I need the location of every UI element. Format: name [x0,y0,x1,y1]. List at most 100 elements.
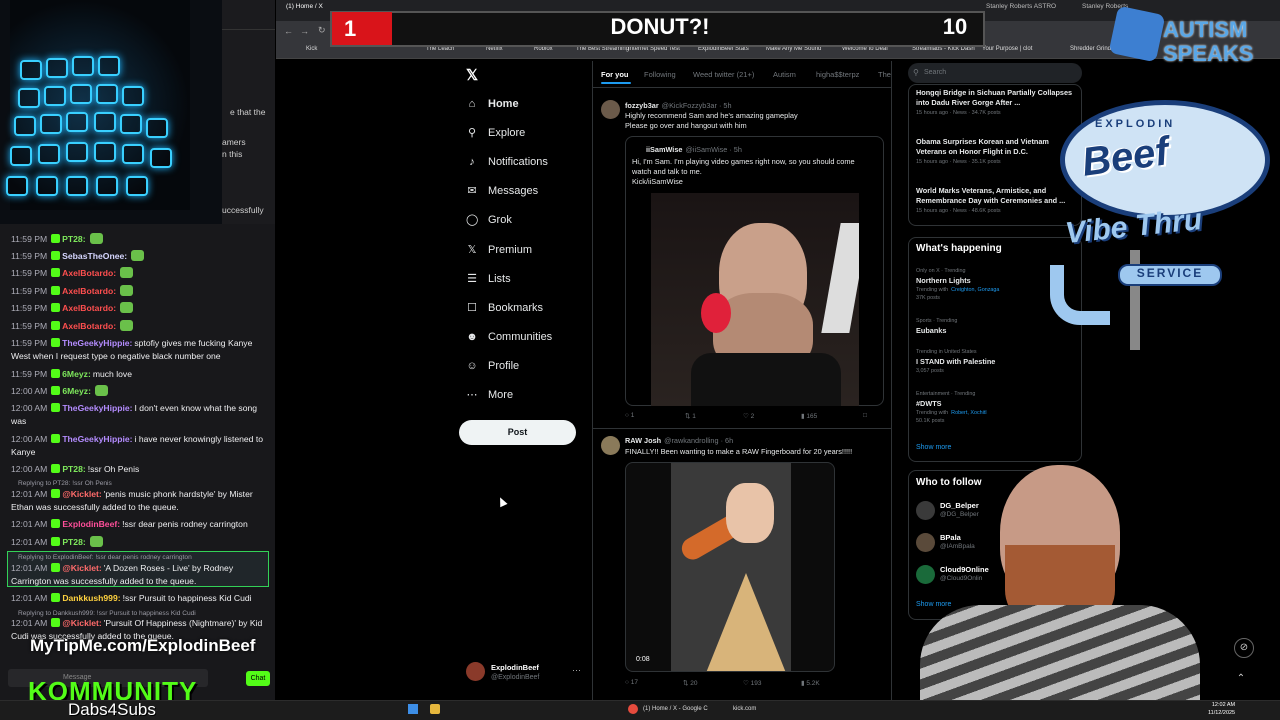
nav-notifications[interactable]: ♪ Notifications [466,151,548,173]
trend-posts: 50.1K posts [916,418,945,424]
chrome-icon[interactable] [628,704,638,714]
trend-with-links[interactable]: Creighton, Gonzaga [951,287,999,293]
chat-username[interactable]: PT28: [62,234,85,244]
nav-grok[interactable]: ◯ Grok [466,209,512,231]
more-dots-icon[interactable]: ⋯ [572,665,581,676]
chat-username[interactable]: Dankkush999: [62,593,120,603]
chat-username[interactable]: AxelBotardo: [62,286,116,296]
chat-username[interactable]: TheGeekyHippie: [62,434,132,444]
post-author[interactable]: RAW Josh @rawkandrolling · 6h [625,436,733,445]
post-author[interactable]: fozzyb3ar @KickFozzyb3ar · 5h [625,101,732,110]
bookmark-item[interactable]: Your Purpose | clot [982,46,1032,52]
feed-tabs: For you Following Weed twitter (21+) Aut… [592,61,892,88]
avatar[interactable] [601,100,620,119]
reload-icon[interactable]: ↻ [318,25,326,36]
reply-icon[interactable]: ○ 1 [625,412,634,419]
grok-icon[interactable]: ⊘ [1234,638,1254,658]
repost-icon[interactable]: ⇅ 1 [685,412,696,420]
chat-username[interactable]: ExplodinBeef: [62,519,120,529]
author-handle: @rawkandrolling · 6h [664,436,734,445]
chat-username[interactable]: 6Meyz: [62,386,91,396]
views-icon[interactable]: ▮ 5.2K [801,679,820,687]
chat-username[interactable]: TheGeekyHippie: [62,403,132,413]
nav-home[interactable]: ⌂ Home [466,93,519,115]
chat-timestamp: 11:59 PM [11,268,48,278]
windows-start-icon[interactable] [408,704,418,714]
reply-icon[interactable]: ○ 17 [625,679,638,686]
chat-message: 12:01 AM @Kicklet:'penis music phonk hard… [11,488,269,513]
file-explorer-icon[interactable] [430,704,440,714]
chat-username[interactable]: 6Meyz: [62,369,91,379]
bookmark-item[interactable]: Kick [306,46,317,52]
tab-for-you[interactable]: For you [601,70,629,79]
post-image[interactable] [651,193,859,406]
tab-astro[interactable]: Stanley Roberts ASTRO [986,3,1056,18]
emote-icon [131,250,145,261]
repost-icon[interactable]: ⇅ 20 [683,679,698,687]
search-input[interactable]: Search [908,63,1082,83]
trend-with-label: Trending with [916,410,949,416]
nav-premium[interactable]: 𝕏 Premium [466,239,532,261]
chat-username[interactable]: AxelBotardo: [62,303,116,313]
badge-icon [51,234,61,243]
taskbar-kick[interactable]: kick.com [733,706,756,712]
tab-autism[interactable]: Autism [773,70,796,79]
badge-icon [51,563,61,572]
chat-text: i have never knowingly listened to Kanye [11,434,264,457]
tab-following[interactable]: Following [644,70,676,79]
expand-up-icon[interactable]: ⌃ [1234,673,1248,687]
keyboard-webcam [0,0,222,224]
trend-item[interactable]: Entertainment · Trending #DWTS Trending wi… [916,391,1076,424]
chat-username[interactable]: PT28: [62,537,85,547]
chat-username[interactable]: @Kicklet: [62,618,101,628]
tab-the[interactable]: The [878,70,891,79]
chat-username[interactable]: PT28: [62,464,85,474]
chat-message: 12:00 AM TheGeekyHippie: I don't even know… [11,402,269,427]
chat-username[interactable]: TheGeekyHippie: [62,338,132,348]
bookmarks-icon: ☐ [467,301,477,314]
chat-username[interactable]: AxelBotardo: [62,268,116,278]
tab-higha[interactable]: higha$$terpz [816,70,859,79]
nav-more[interactable]: ⋯ More [466,384,514,406]
like-icon[interactable]: ♡ 193 [743,679,762,687]
badge-icon [51,369,61,378]
avatar[interactable] [601,436,620,455]
bookmark-icon[interactable]: □ [863,412,867,419]
badge-icon [51,489,61,498]
nav-lists[interactable]: ☰ Lists [466,268,511,290]
back-icon[interactable]: ← [284,26,293,36]
account-handle: @ExplodinBeef [491,674,540,681]
x-logo-icon[interactable]: 𝕏 [466,66,478,84]
chat-username[interactable]: AxelBotardo: [62,321,116,331]
account-switcher[interactable]: ExplodinBeef @ExplodinBeef ⋯ [466,660,586,686]
chat-username[interactable]: @Kicklet: [62,489,101,499]
view-count: 5.2K [806,680,820,687]
chat-send-button[interactable]: Chat [246,671,270,686]
search-icon: ⚲ [913,68,919,77]
nav-messages[interactable]: ✉ Messages [466,180,538,202]
chat-username[interactable]: @Kicklet: [62,563,101,573]
trend-with-links[interactable]: Robert, Xochitl [951,410,986,416]
chat-timestamp: 12:00 AM [11,386,48,396]
show-more-link[interactable]: Show more [916,444,951,451]
tab-weed-twitter[interactable]: Weed twitter (21+) [693,70,754,79]
post-button[interactable]: Post [459,420,576,445]
views-icon[interactable]: ▮ 165 [801,412,817,420]
nav-communities[interactable]: ☻ Communities [466,326,552,348]
chat-username[interactable]: SebasTheOnee: [62,251,127,261]
forward-icon[interactable]: → [300,26,309,36]
trend-with: Trending with Robert, Xochitl [916,410,1076,416]
taskbar-x[interactable]: (1) Home / X - Google C [643,706,708,712]
chat-text: !ssr Oh Penis [87,464,140,474]
trend-item[interactable]: Trending in United States I STAND with Pa… [916,349,1076,374]
lists-icon: ☰ [467,272,477,285]
chat-timestamp: 11:59 PM [11,338,48,348]
post-video[interactable]: 0:08 [625,462,835,672]
nav-bookmarks[interactable]: ☐ Bookmarks [466,297,543,319]
notifications-icon: ♪ [469,156,475,169]
chat-timestamp: 11:59 PM [11,303,48,313]
badge-icon [51,618,61,627]
nav-profile[interactable]: ☺ Profile [466,355,519,377]
nav-explore[interactable]: ⚲ Explore [466,122,525,144]
like-icon[interactable]: ♡ 2 [743,412,754,420]
